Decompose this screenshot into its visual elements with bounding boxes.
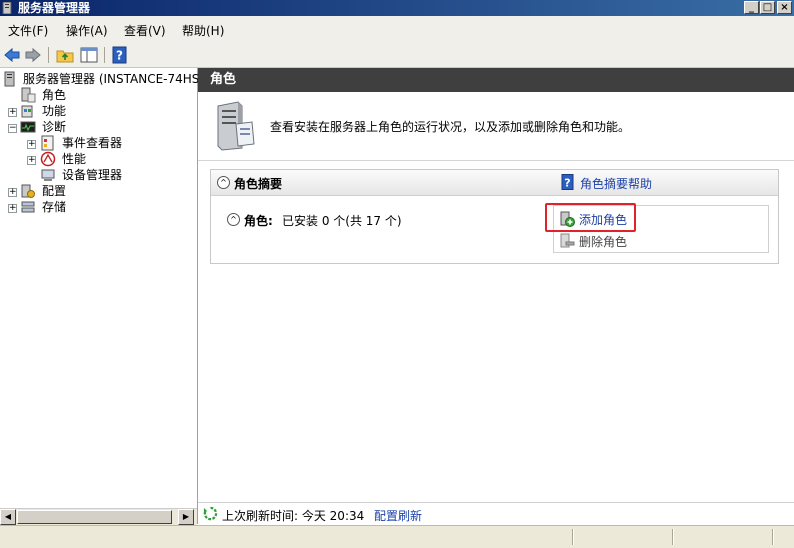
configuration-icon [21, 184, 35, 198]
scroll-right-icon[interactable]: ▶ [178, 509, 194, 525]
remove-roles-link: 删除角色 [579, 235, 628, 249]
status-separator [772, 529, 773, 545]
tree-item-label: 角色 [42, 87, 67, 103]
status-bar [0, 525, 794, 548]
status-separator [572, 529, 573, 545]
collapse-toggle[interactable]: − [8, 124, 17, 133]
show-hide-tree-icon[interactable] [80, 46, 98, 64]
performance-icon [40, 151, 56, 167]
expand-toggle[interactable]: + [8, 188, 17, 197]
window-title: 服务器管理器 [18, 1, 91, 15]
menu-action[interactable]: 操作(A) [66, 22, 108, 39]
help-icon: ? [561, 174, 574, 190]
diagnostics-icon [20, 121, 36, 133]
refresh-icon [203, 506, 218, 521]
tree-item-label: 存储 [42, 200, 67, 214]
close-button[interactable]: × [777, 1, 792, 14]
add-roles-icon [560, 211, 575, 227]
svg-text:?: ? [116, 49, 123, 63]
tree-item-label: 性能 [62, 152, 87, 166]
toolbar-separator [104, 47, 105, 63]
tree-item-label: 诊断 [42, 120, 67, 134]
refresh-bar: 上次刷新时间: 今天 20:34 配置刷新 [198, 502, 794, 525]
expand-toggle[interactable]: + [27, 156, 36, 165]
configure-refresh-link[interactable]: 配置刷新 [374, 507, 422, 524]
minimize-button[interactable]: _ [744, 1, 759, 14]
server-manager-icon [2, 2, 12, 14]
remove-roles-icon [560, 233, 575, 248]
content-title: 角色 [210, 72, 237, 87]
toolbar: ? [0, 43, 794, 68]
menu-file[interactable]: 文件(F) [8, 22, 48, 39]
add-roles-link: 添加角色 [579, 213, 628, 227]
tree-item-label: 配置 [42, 184, 67, 198]
tree-item-label: 设备管理器 [62, 168, 123, 182]
menu-help[interactable]: 帮助(H) [182, 22, 224, 39]
roles-status-value: 已安装 0 个(共 17 个) [282, 214, 402, 228]
features-icon [21, 105, 33, 118]
server-manager-icon [4, 71, 15, 87]
tree-item-label: 服务器管理器 (INSTANCE-74HSJ [23, 72, 203, 86]
roles-icon [21, 87, 36, 103]
roles-summary-help-link[interactable]: 角色摘要帮助 [580, 175, 652, 192]
tree-item-label: 事件查看器 [62, 136, 123, 150]
remove-roles-button[interactable]: 删除角色 [559, 232, 649, 250]
title-bar: 服务器管理器 _ □ × [0, 0, 794, 16]
roles-summary-header: ^ 角色摘要 ? 角色摘要帮助 [211, 170, 778, 196]
roles-summary-title: 角色摘要 [234, 177, 283, 191]
collapse-summary-icon[interactable]: ^ [217, 176, 230, 189]
device-manager-icon [41, 169, 55, 181]
add-roles-button[interactable]: 添加角色 [559, 210, 649, 228]
event-viewer-icon [41, 135, 54, 151]
collapse-roles-icon[interactable]: ^ [227, 213, 240, 226]
tree-horizontal-scrollbar[interactable]: ◀ ▶ [0, 508, 197, 525]
maximize-button[interactable]: □ [760, 1, 775, 14]
svg-text:?: ? [564, 177, 570, 190]
tree-item-label: 功能 [42, 104, 67, 118]
content-header: 角色 [198, 68, 794, 92]
status-separator [672, 529, 673, 545]
expand-toggle[interactable]: + [27, 140, 36, 149]
back-icon[interactable] [3, 46, 21, 64]
server-roles-icon [217, 101, 255, 151]
roles-status-label: 角色: [244, 214, 273, 228]
up-folder-icon[interactable] [56, 46, 74, 64]
expand-toggle[interactable]: + [8, 108, 17, 117]
roles-description: 查看安装在服务器上角色的运行状况，以及添加或删除角色和功能。 [270, 120, 631, 134]
storage-icon [21, 201, 35, 213]
roles-description-area: 查看安装在服务器上角色的运行状况，以及添加或删除角色和功能。 [198, 92, 794, 161]
toolbar-separator [48, 47, 49, 63]
scroll-left-icon[interactable]: ◀ [0, 509, 16, 525]
menu-bar: 文件(F) 操作(A) 查看(V) 帮助(H) [0, 16, 794, 44]
help-icon[interactable]: ? [111, 46, 129, 64]
forward-icon[interactable] [24, 46, 42, 64]
scroll-thumb[interactable] [17, 510, 172, 524]
last-refresh-time: 上次刷新时间: 今天 20:34 [222, 509, 365, 523]
navigation-tree: 服务器管理器 (INSTANCE-74HSJ 角色 + 功能 − 诊断 + 事件 [0, 68, 203, 524]
menu-view[interactable]: 查看(V) [124, 22, 166, 39]
expand-toggle[interactable]: + [8, 204, 17, 213]
roles-summary-section: ^ 角色摘要 ? 角色摘要帮助 ^ 角色: 已安装 0 个(共 17 个) 添加… [210, 169, 779, 264]
